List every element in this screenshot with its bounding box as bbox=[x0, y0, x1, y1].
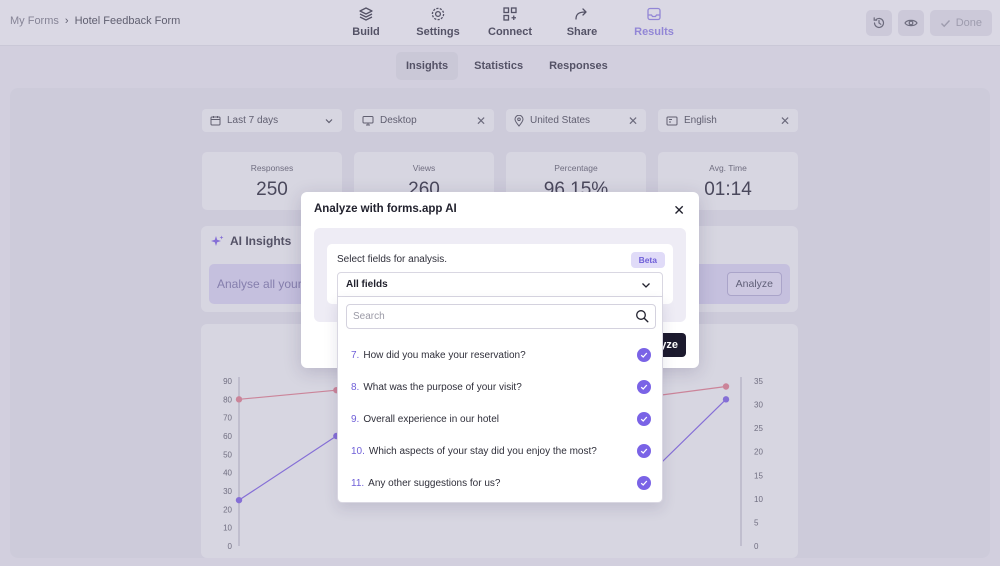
field-option-8[interactable]: 8. What was the purpose of your visit? bbox=[351, 377, 651, 397]
field-option-number: 10. bbox=[351, 445, 365, 457]
fields-select-value: All fields bbox=[346, 279, 388, 290]
field-option-label: What was the purpose of your visit? bbox=[363, 381, 522, 393]
search-icon bbox=[636, 310, 649, 323]
field-option-number: 9. bbox=[351, 413, 360, 425]
checkmark-icon[interactable] bbox=[637, 348, 651, 362]
chevron-down-icon bbox=[642, 283, 650, 288]
beta-badge: Beta bbox=[630, 252, 665, 268]
field-selector-label: Select fields for analysis. bbox=[337, 254, 448, 265]
field-option-label: Any other suggestions for us? bbox=[368, 477, 501, 489]
field-option-number: 7. bbox=[351, 349, 360, 361]
checkmark-icon[interactable] bbox=[637, 380, 651, 394]
modal-title: Analyze with forms.app AI bbox=[314, 203, 457, 215]
field-search bbox=[346, 304, 656, 329]
field-option-number: 11. bbox=[351, 477, 365, 489]
field-search-input[interactable] bbox=[347, 305, 627, 328]
checkmark-icon[interactable] bbox=[637, 444, 651, 458]
checkmark-icon[interactable] bbox=[637, 412, 651, 426]
field-option-7[interactable]: 7. How did you make your reservation? bbox=[351, 345, 651, 365]
fields-select[interactable]: All fields bbox=[337, 272, 663, 297]
field-option-11[interactable]: 11. Any other suggestions for us? bbox=[351, 473, 651, 493]
close-icon[interactable]: ✕ bbox=[673, 202, 685, 219]
field-option-10[interactable]: 10. Which aspects of your stay did you e… bbox=[351, 441, 651, 461]
field-option-label: Overall experience in our hotel bbox=[363, 413, 499, 425]
field-option-label: How did you make your reservation? bbox=[363, 349, 526, 361]
field-option-9[interactable]: 9. Overall experience in our hotel bbox=[351, 409, 651, 429]
fields-dropdown: 7. How did you make your reservation? 8.… bbox=[337, 297, 663, 503]
field-option-number: 8. bbox=[351, 381, 360, 393]
checkmark-icon[interactable] bbox=[637, 476, 651, 490]
field-option-label: Which aspects of your stay did you enjoy… bbox=[368, 445, 597, 457]
